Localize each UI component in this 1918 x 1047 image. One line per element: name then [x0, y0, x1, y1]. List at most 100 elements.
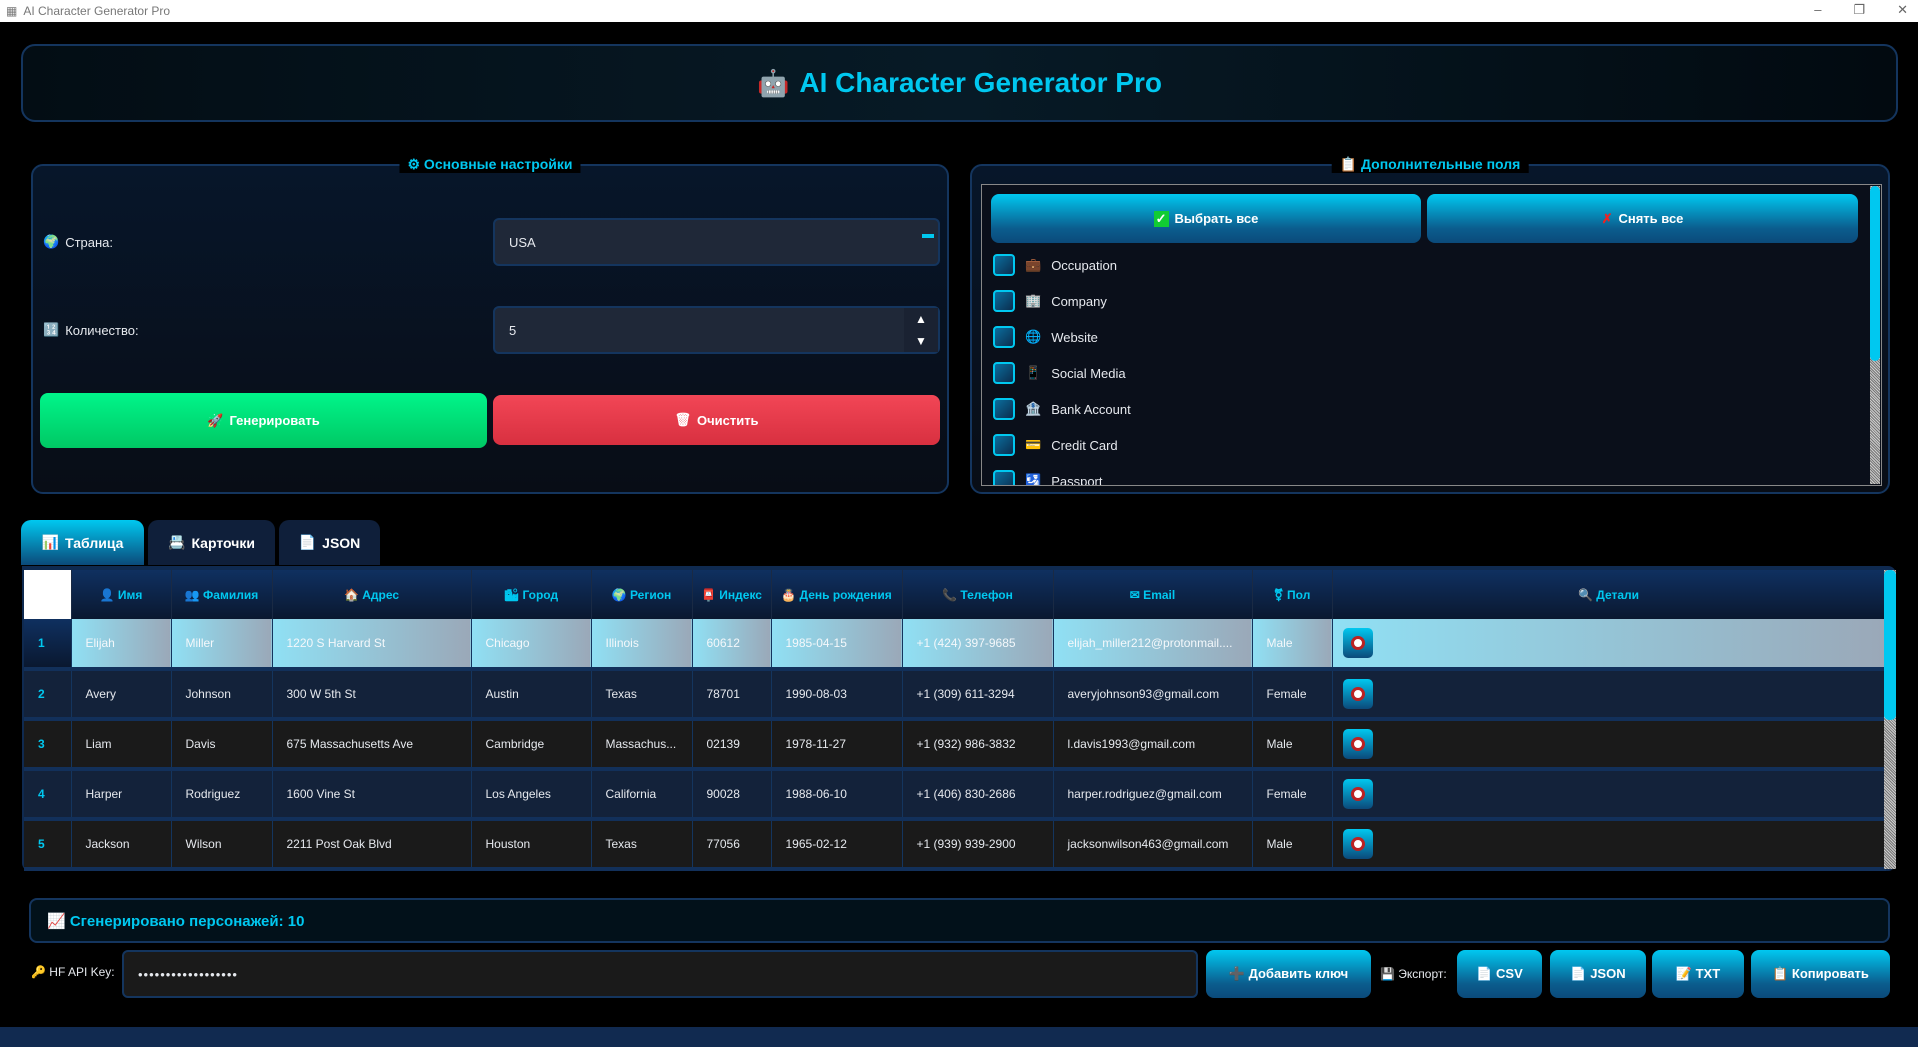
- copy-button[interactable]: 📋 Копировать: [1751, 950, 1890, 998]
- field-checkbox-bank-account[interactable]: 🏦 Bank Account: [993, 398, 1131, 420]
- table-row[interactable]: 1 Elijah Miller 1220 S Harvard St Chicago Ill…: [24, 619, 1886, 671]
- settings-group: ⚙ Основные настройки 🌍 Страна: USA 🔢 Колич…: [31, 156, 949, 494]
- details-cell: [1332, 769, 1886, 821]
- table-cell: +1 (424) 397-9685: [902, 619, 1054, 671]
- close-button[interactable]: ✕: [1897, 2, 1908, 18]
- field-checkbox-passport[interactable]: 🛂 Passport: [993, 470, 1103, 486]
- column-header[interactable]: 🌍 Регион: [591, 570, 693, 619]
- spin-up-icon[interactable]: ▲: [915, 312, 927, 326]
- row-number[interactable]: 2: [24, 669, 72, 721]
- tab-table[interactable]: 📊 Таблица: [21, 520, 144, 565]
- scrollbar-thumb[interactable]: [1884, 570, 1896, 720]
- table-cell: Wilson: [171, 819, 273, 871]
- api-key-input[interactable]: ••••••••••••••••••: [122, 950, 1198, 998]
- card-icon: 📇: [168, 534, 186, 550]
- eye-icon: [1350, 636, 1365, 650]
- spin-down-icon[interactable]: ▼: [915, 334, 927, 348]
- field-label: Occupation: [1051, 257, 1117, 273]
- checkbox[interactable]: [993, 398, 1015, 420]
- table-cell: Texas: [591, 669, 693, 721]
- table-cell: +1 (309) 611-3294: [902, 669, 1054, 721]
- field-checkbox-website[interactable]: 🌐 Website: [993, 326, 1098, 348]
- row-number[interactable]: 3: [24, 719, 72, 771]
- count-spinbox[interactable]: 5 ▲ ▼: [493, 306, 940, 354]
- export-json-button[interactable]: 📄 JSON: [1550, 950, 1646, 998]
- dropdown-indicator-icon: [922, 234, 934, 238]
- scrollbar-thumb[interactable]: [1870, 186, 1880, 361]
- table-row[interactable]: 3 Liam Davis 675 Massachusetts Ave Cambridge…: [24, 719, 1886, 771]
- tab-cards[interactable]: 📇 Карточки: [148, 520, 275, 565]
- column-header[interactable]: 🏙 Город: [471, 570, 592, 619]
- export-txt-button[interactable]: 📝 TXT: [1652, 950, 1744, 998]
- table-cell: 1985-04-15: [771, 619, 903, 671]
- column-header[interactable]: 👤 Имя: [71, 570, 172, 619]
- table-cell: Jackson: [71, 819, 172, 871]
- table-row[interactable]: 5 Jackson Wilson 2211 Post Oak Blvd Houston T…: [24, 819, 1886, 871]
- field-checkbox-credit-card[interactable]: 💳 Credit Card: [993, 434, 1118, 456]
- checkbox[interactable]: [993, 362, 1015, 384]
- country-select[interactable]: USA: [493, 218, 940, 266]
- column-header[interactable]: 👥 Фамилия: [171, 570, 273, 619]
- generate-button[interactable]: 🚀 Генерировать: [40, 393, 487, 448]
- select-all-button[interactable]: ✓ Выбрать все: [991, 194, 1421, 243]
- column-header[interactable]: ⚧ Пол: [1252, 570, 1333, 619]
- view-details-button[interactable]: [1342, 679, 1373, 709]
- row-number[interactable]: 4: [24, 769, 72, 821]
- checkbox[interactable]: [993, 326, 1015, 348]
- row-number[interactable]: 1: [24, 619, 72, 671]
- field-label: Company: [1051, 293, 1107, 309]
- deselect-all-button[interactable]: ✗ Снять все: [1427, 194, 1858, 243]
- checkbox[interactable]: [993, 254, 1015, 276]
- column-header[interactable]: 📮 Индекс: [692, 570, 772, 619]
- view-details-button[interactable]: [1342, 829, 1373, 859]
- table-row[interactable]: 4 Harper Rodriguez 1600 Vine St Los Angeles C…: [24, 769, 1886, 821]
- view-details-button[interactable]: [1342, 628, 1373, 658]
- field-label: Passport: [1051, 473, 1103, 486]
- tab-json[interactable]: 📄 JSON: [279, 520, 380, 565]
- clear-button[interactable]: 🗑 Очистить: [493, 395, 940, 445]
- export-csv-button[interactable]: 📄 CSV: [1457, 950, 1542, 998]
- column-header[interactable]: 🔍 Детали: [1332, 570, 1886, 619]
- field-checkbox-social-media[interactable]: 📱 Social Media: [993, 362, 1126, 384]
- checkbox[interactable]: [993, 434, 1015, 456]
- table-cell: California: [591, 769, 693, 821]
- field-label: Website: [1051, 329, 1098, 345]
- column-header[interactable]: 📞 Телефон: [902, 570, 1054, 619]
- table-cell: 1988-06-10: [771, 769, 903, 821]
- view-details-button[interactable]: [1342, 779, 1373, 809]
- corner-select-all[interactable]: [24, 570, 72, 619]
- column-header[interactable]: 🎂 День рождения: [771, 570, 903, 619]
- table-scrollbar[interactable]: [1884, 570, 1896, 869]
- table-cell: Los Angeles: [471, 769, 592, 821]
- eye-icon: [1350, 687, 1365, 701]
- details-cell: [1332, 719, 1886, 771]
- table-cell: +1 (932) 986-3832: [902, 719, 1054, 771]
- column-header[interactable]: 🏠 Адрес: [272, 570, 472, 619]
- table-cell: Avery: [71, 669, 172, 721]
- table-cell: averyjohnson93@gmail.com: [1053, 669, 1253, 721]
- row-number[interactable]: 5: [24, 819, 72, 871]
- field-icon: 📱: [1025, 365, 1042, 380]
- minimize-button[interactable]: –: [1814, 2, 1821, 18]
- view-details-button[interactable]: [1342, 729, 1373, 759]
- table-cell: Austin: [471, 669, 592, 721]
- fields-scrollbar[interactable]: [1870, 186, 1880, 484]
- checkbox[interactable]: [993, 290, 1015, 312]
- table-cell: Elijah: [71, 619, 172, 671]
- field-checkbox-occupation[interactable]: 💼 Occupation: [993, 254, 1117, 276]
- add-key-button[interactable]: ➕ Добавить ключ: [1206, 950, 1371, 998]
- field-checkbox-company[interactable]: 🏢 Company: [993, 290, 1107, 312]
- field-icon: 💳: [1025, 437, 1042, 452]
- table-cell: 675 Massachusetts Ave: [272, 719, 472, 771]
- field-label: Credit Card: [1051, 437, 1118, 453]
- rocket-icon: 🚀: [207, 412, 224, 428]
- table-cell: 60612: [692, 619, 772, 671]
- checkbox[interactable]: [993, 470, 1015, 485]
- table-cell: 1990-08-03: [771, 669, 903, 721]
- robot-icon: 🤖: [757, 67, 790, 98]
- maximize-button[interactable]: ❐: [1853, 2, 1865, 18]
- table-cell: Male: [1252, 619, 1333, 671]
- column-header[interactable]: ✉ Email: [1053, 570, 1253, 619]
- window-title: AI Character Generator Pro: [23, 4, 171, 18]
- table-row[interactable]: 2 Avery Johnson 300 W 5th St Austin Texas 7870…: [24, 669, 1886, 721]
